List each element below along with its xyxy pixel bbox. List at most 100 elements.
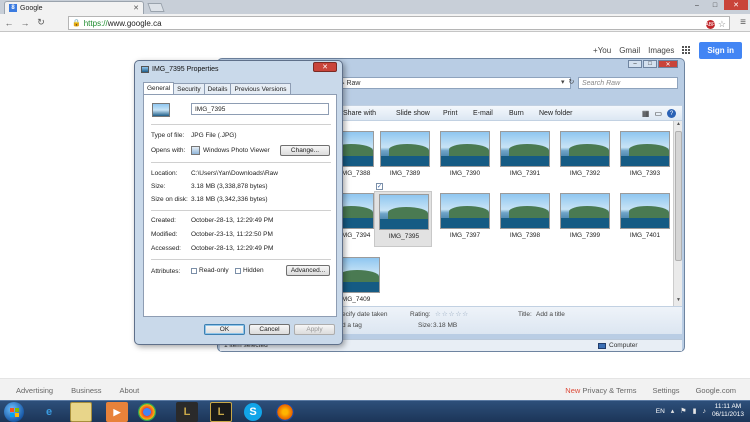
explorer-scrollbar[interactable]: ▲ ▼	[673, 121, 682, 306]
clock[interactable]: 11:11 AM 06/11/2013	[712, 403, 744, 419]
close-icon[interactable]: ✕	[724, 0, 748, 10]
chrome-menu-icon[interactable]: ≡	[740, 17, 746, 28]
thumbnail-img7393[interactable]: IMG_7393	[618, 131, 672, 187]
thumbnail-img7391[interactable]: IMG_7391	[498, 131, 552, 187]
thumbnail-img7390[interactable]: IMG_7390	[438, 131, 492, 187]
gmail-link[interactable]: Gmail	[619, 46, 640, 55]
size-on-disk-value: 3.18 MB (3,342,336 bytes)	[191, 196, 268, 203]
photo-viewer-icon	[191, 146, 200, 155]
thumbnail-img7401[interactable]: IMG_7401	[618, 193, 672, 249]
accessed-value: October-28-13, 12:29:49 PM	[191, 245, 274, 252]
browser-tabstrip: 8 Google ✕ – □ ✕	[0, 0, 750, 14]
scroll-down-icon[interactable]: ▼	[674, 297, 683, 306]
thumbnail-img7397[interactable]: IMG_7397	[438, 193, 492, 249]
footer-google-com[interactable]: Google.com	[696, 386, 736, 395]
tab-details[interactable]: Details	[203, 83, 232, 94]
change-button[interactable]: Change...	[280, 145, 330, 156]
language-indicator[interactable]: EN	[656, 408, 665, 415]
dropdown-icon[interactable]: ▾	[561, 78, 565, 86]
footer-settings[interactable]: Settings	[652, 386, 679, 395]
tab-security[interactable]: Security	[173, 83, 205, 94]
minimize-icon[interactable]: –	[688, 0, 706, 10]
view-options-icon[interactable]: ▦	[642, 109, 650, 118]
new-folder-button[interactable]: New folder	[539, 110, 572, 117]
attributes-label: Attributes:	[151, 268, 181, 275]
accessed-label: Accessed:	[151, 245, 181, 252]
internet-explorer-icon[interactable]: e	[38, 402, 60, 422]
sign-in-button[interactable]: Sign in	[699, 42, 742, 59]
scroll-thumb[interactable]	[675, 131, 682, 261]
thumbnail-img7394[interactable]: IMG_7394	[324, 193, 378, 249]
computer-icon	[598, 342, 606, 349]
address-bar[interactable]: 🔒 https://www.google.ca ABP ☆	[68, 16, 730, 30]
print-button[interactable]: Print	[443, 110, 457, 117]
advanced-button[interactable]: Advanced...	[286, 265, 330, 276]
date-taken-field[interactable]: ecify date taken	[342, 311, 388, 318]
ok-button[interactable]: OK	[204, 324, 245, 335]
thumbnail-img7388[interactable]: IMG_7388	[324, 131, 378, 187]
footer-about[interactable]: About	[120, 386, 140, 395]
readonly-checkbox[interactable]: Read-only	[191, 267, 229, 274]
email-button[interactable]: E-mail	[473, 110, 493, 117]
back-icon[interactable]: ←	[4, 18, 14, 28]
refresh-icon[interactable]: ↻	[569, 78, 575, 86]
thumbnail-img7392[interactable]: IMG_7392	[558, 131, 612, 187]
chrome-icon[interactable]	[138, 403, 156, 421]
rating-stars-icon[interactable]: ☆☆☆☆☆	[435, 310, 469, 318]
burn-button[interactable]: Burn	[509, 110, 524, 117]
thumbnail-img7389[interactable]: IMG_7389	[378, 131, 432, 187]
network-icon[interactable]: ▮	[693, 407, 697, 415]
adblock-icon[interactable]: ABP	[705, 20, 715, 29]
tab-close-icon[interactable]: ✕	[133, 4, 139, 12]
thumbnail-img7409[interactable]: IMG_7409	[330, 257, 380, 313]
thumbnail-img7399[interactable]: IMG_7399	[558, 193, 612, 249]
divider	[151, 124, 331, 125]
tab-google[interactable]: 8 Google ✕	[4, 1, 144, 14]
size-value: 3.18 MB (3,338,878 bytes)	[191, 183, 268, 190]
images-link[interactable]: Images	[648, 46, 674, 55]
footer-business[interactable]: Business	[71, 386, 101, 395]
maximize-icon[interactable]: □	[706, 0, 724, 10]
file-explorer-icon[interactable]	[70, 402, 92, 422]
tab-general[interactable]: General	[143, 82, 175, 94]
filename-input[interactable]: IMG_7395	[191, 103, 329, 115]
opens-with-label: Opens with:	[151, 147, 186, 154]
maximize-icon[interactable]: □	[643, 60, 657, 68]
help-icon[interactable]: ?	[667, 109, 676, 118]
start-button[interactable]	[4, 402, 24, 422]
checkbox-icon[interactable]: ✓	[376, 183, 383, 190]
thumbnail-img7395[interactable]: ✓ IMG_7395	[374, 183, 432, 247]
cancel-button[interactable]: Cancel	[249, 324, 290, 335]
new-tab-button[interactable]	[147, 3, 165, 12]
apply-button[interactable]: Apply	[294, 324, 335, 335]
plus-you-link[interactable]: +You	[593, 46, 611, 55]
league-client-icon[interactable]: L	[210, 402, 232, 422]
share-with-button[interactable]: Share with	[343, 110, 376, 117]
footer-privacy[interactable]: New Privacy & Terms	[565, 386, 636, 395]
apps-grid-icon[interactable]	[682, 46, 691, 55]
thumbnail-img7398[interactable]: IMG_7398	[498, 193, 552, 249]
league-launcher-icon[interactable]: L	[176, 402, 198, 422]
action-center-flag-icon[interactable]: ⚑	[680, 407, 686, 415]
explorer-search-input[interactable]: Search Raw	[578, 77, 678, 89]
minimize-icon[interactable]: –	[628, 60, 642, 68]
show-hidden-icons-icon[interactable]: ▴	[671, 407, 675, 415]
volume-icon[interactable]: ♪	[702, 408, 706, 415]
tag-field[interactable]: d a tag	[342, 322, 362, 329]
footer-advertising[interactable]: Advertising	[16, 386, 53, 395]
close-icon[interactable]: ✕	[658, 60, 678, 68]
forward-icon[interactable]: →	[20, 18, 30, 28]
media-player-icon[interactable]: ▶	[106, 402, 128, 422]
slide-show-button[interactable]: Slide show	[396, 110, 430, 117]
explorer-address-bar[interactable]: ▸ Raw	[336, 77, 571, 89]
preview-pane-icon[interactable]: ▭	[654, 109, 662, 118]
firefox-icon[interactable]	[276, 403, 294, 421]
bookmark-star-icon[interactable]: ☆	[718, 19, 726, 30]
scroll-up-icon[interactable]: ▲	[674, 121, 683, 130]
hidden-checkbox[interactable]: Hidden	[235, 267, 264, 274]
skype-icon[interactable]: S	[244, 403, 262, 421]
reload-icon[interactable]: ↻	[36, 17, 46, 28]
tab-previous-versions[interactable]: Previous Versions	[230, 83, 291, 94]
close-icon[interactable]: ✕	[313, 62, 337, 72]
title-field[interactable]: Add a title	[536, 311, 565, 318]
